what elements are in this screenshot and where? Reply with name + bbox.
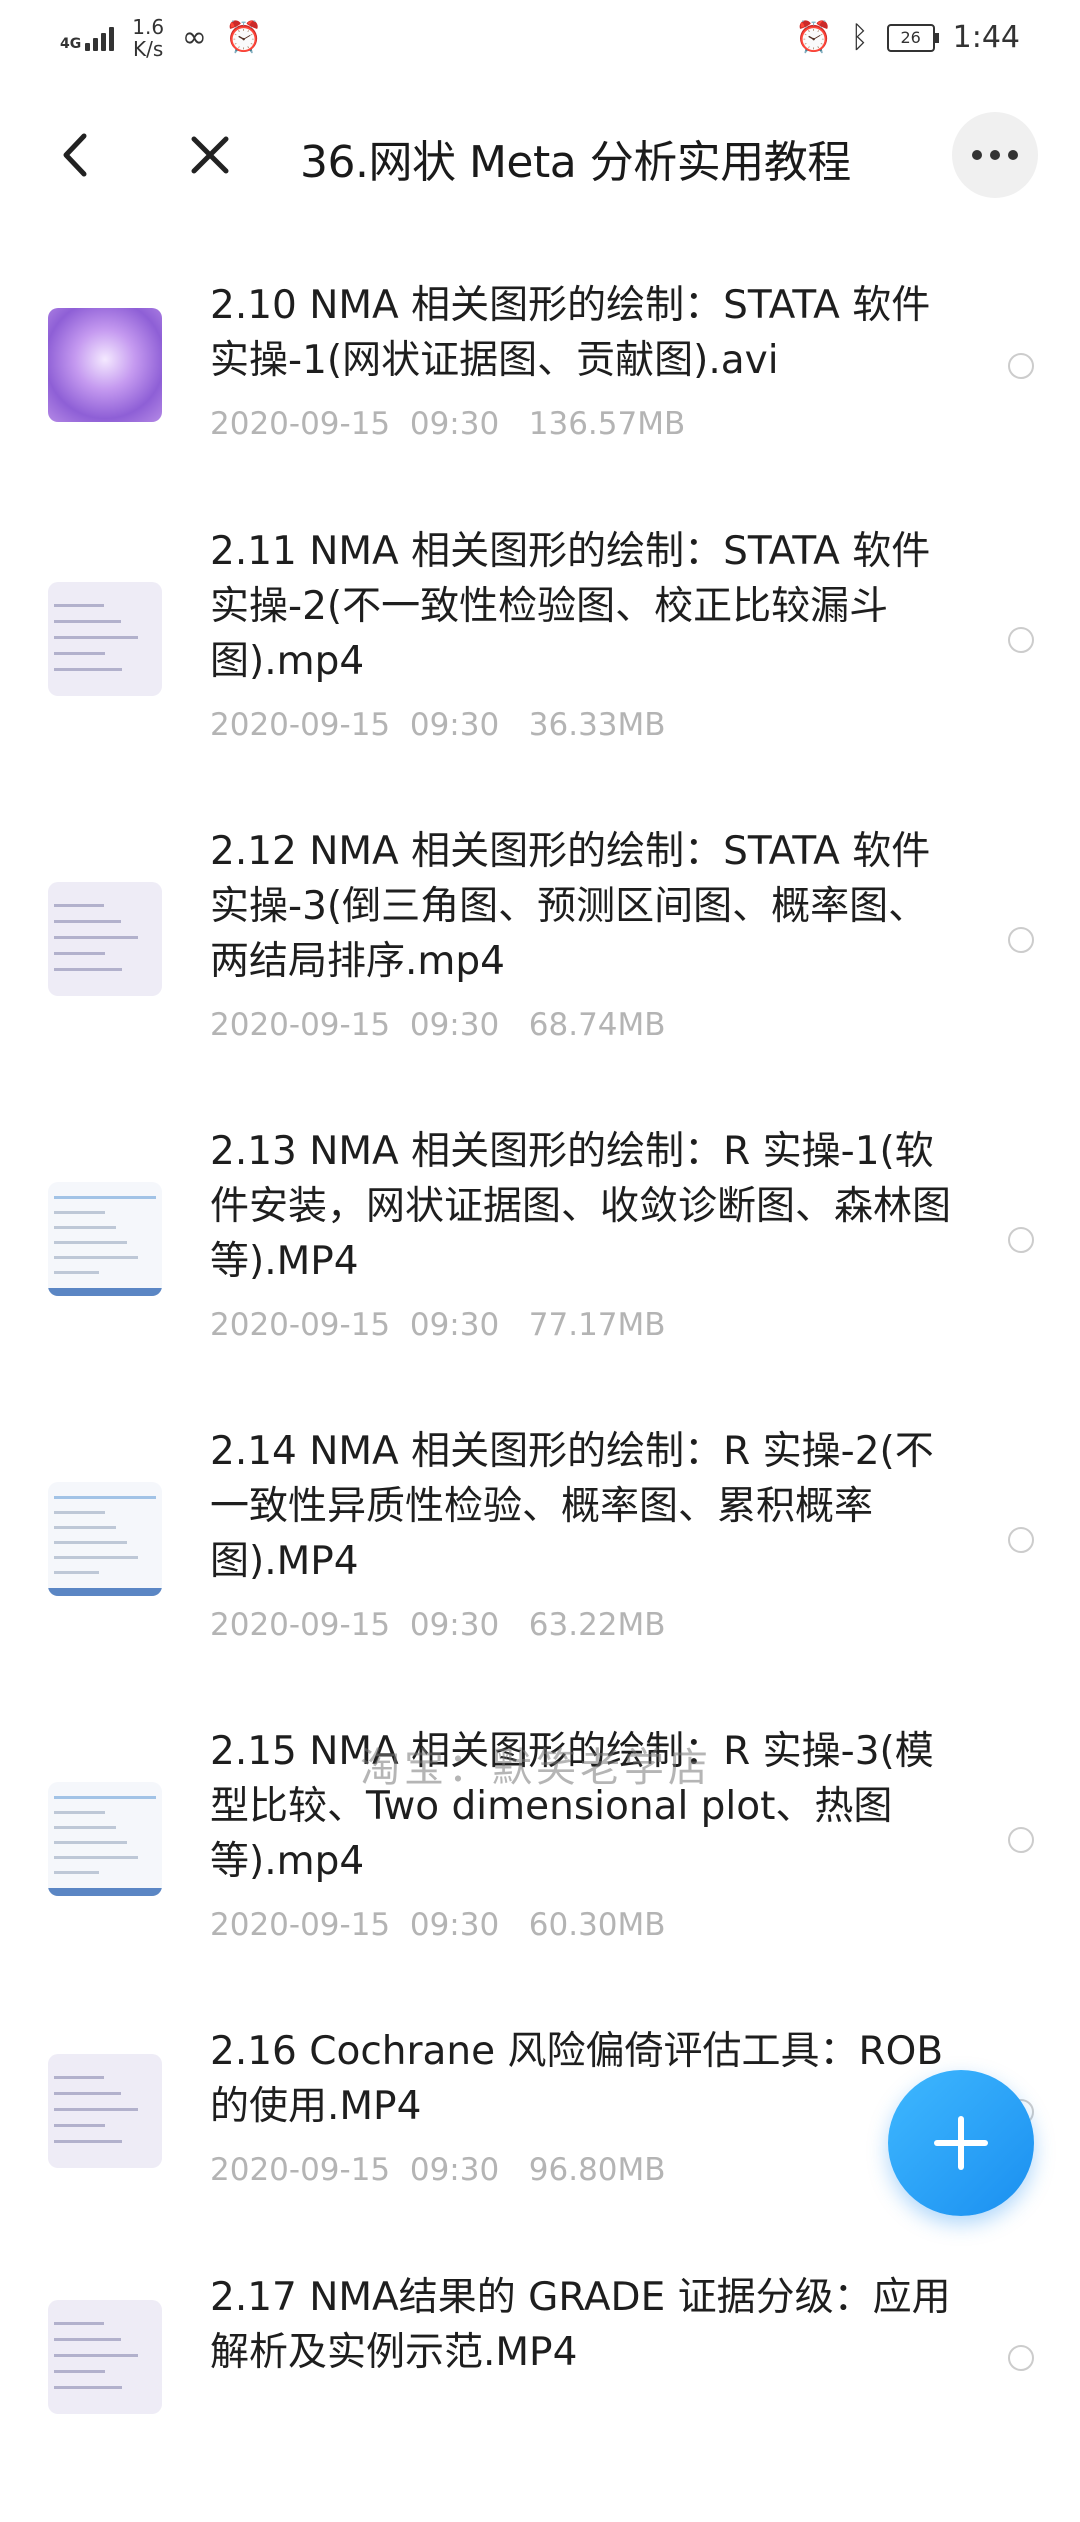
clock: 1:44 (952, 20, 1020, 55)
file-size: 63.22MB (528, 1607, 666, 1643)
chevron-left-icon (63, 133, 87, 177)
bluetooth-icon: ᛒ (850, 20, 869, 55)
file-meta: 2020-09-15 09:30 68.74MB (210, 1007, 666, 1043)
file-list-item[interactable]: 2.17 NMA结果的 GRADE 证据分级：应用解析及实例示范.MP4 (0, 2262, 1080, 2522)
file-date: 2020-09-15 09:30 (210, 2152, 500, 2188)
more-button[interactable] (952, 112, 1038, 198)
file-size: 36.33MB (528, 707, 666, 743)
file-date: 2020-09-15 09:30 (210, 1007, 500, 1043)
network-speed: 1.6 K/s (132, 14, 165, 61)
file-name: 2.17 NMA结果的 GRADE 证据分级：应用解析及实例示范.MP4 (210, 2275, 951, 2375)
watermark-text: 淘宝：默笑老学店 (360, 1745, 712, 1791)
select-radio[interactable] (1008, 1827, 1034, 1853)
file-thumbnail (48, 2054, 162, 2168)
file-thumbnail (48, 1782, 162, 1896)
file-thumbnail (48, 2300, 162, 2414)
file-date: 2020-09-15 09:30 (210, 1607, 500, 1643)
file-size: 60.30MB (528, 1907, 666, 1943)
battery-icon: 26 (886, 23, 939, 52)
page-title: 36.网状 Meta 分析实用教程 (300, 137, 851, 188)
file-name: 2.11 NMA 相关图形的绘制：STATA 软件实操-2(不一致性检验图、校正… (210, 529, 931, 684)
cell-signal-icon: 4G (60, 25, 115, 52)
select-radio[interactable] (1008, 2345, 1034, 2371)
status-right: ⏰ ᛒ 26 1:44 (795, 20, 1020, 55)
network-type: 4G (60, 35, 82, 52)
file-size: 68.74MB (528, 1007, 666, 1043)
alarm-app-icon: ⏰ (225, 20, 263, 55)
status-left: 4G 1.6 K/s ∞ ⏰ (60, 16, 262, 60)
select-radio[interactable] (1008, 927, 1034, 953)
file-name: 2.14 NMA 相关图形的绘制：R 实操-2(不一致性异质性检验、概率图、累积… (210, 1429, 934, 1584)
file-name: 2.13 NMA 相关图形的绘制：R 实操-1(软件安装，网状证据图、收敛诊断图… (210, 1129, 952, 1284)
file-meta: 2020-09-15 09:30 60.30MB (210, 1907, 666, 1943)
select-radio[interactable] (1008, 1527, 1034, 1553)
file-size: 136.57MB (528, 406, 686, 442)
file-name: 2.16 Cochrane 风险偏倚评估工具：ROB 的使用.MP4 (210, 2029, 944, 2129)
select-radio[interactable] (1008, 1227, 1034, 1253)
select-radio[interactable] (1008, 627, 1034, 653)
file-name: 2.12 NMA 相关图形的绘制：STATA 软件实操-3(倒三角图、预测区间图… (210, 829, 931, 984)
link-icon: ∞ (182, 20, 208, 55)
file-date: 2020-09-15 09:30 (210, 707, 500, 743)
file-list-item[interactable]: 2.13 NMA 相关图形的绘制：R 实操-1(软件安装，网状证据图、收敛诊断图… (0, 1116, 1080, 1416)
file-list-item[interactable]: 2.11 NMA 相关图形的绘制：STATA 软件实操-2(不一致性检验图、校正… (0, 516, 1080, 816)
close-button[interactable] (175, 120, 245, 190)
file-meta: 2020-09-15 09:30 77.17MB (210, 1307, 666, 1343)
file-meta: 2020-09-15 09:30 63.22MB (210, 1607, 666, 1643)
file-date: 2020-09-15 09:30 (210, 1907, 500, 1943)
close-icon (191, 136, 229, 174)
plus-icon (934, 2116, 988, 2170)
file-thumbnail (48, 1182, 162, 1296)
file-thumbnail (48, 582, 162, 696)
file-thumbnail (48, 882, 162, 996)
status-bar: 4G 1.6 K/s ∞ ⏰ ⏰ ᛒ 26 1:44 (0, 0, 1080, 75)
file-list-item[interactable]: 2.10 NMA 相关图形的绘制：STATA 软件实操-1(网状证据图、贡献图)… (0, 270, 1080, 516)
file-list-item[interactable]: 2.14 NMA 相关图形的绘制：R 实操-2(不一致性异质性检验、概率图、累积… (0, 1416, 1080, 1716)
alarm-icon: ⏰ (795, 20, 833, 55)
file-meta: 2020-09-15 09:30 36.33MB (210, 707, 666, 743)
back-button[interactable] (40, 120, 110, 190)
file-thumbnail (48, 1482, 162, 1596)
file-date: 2020-09-15 09:30 (210, 406, 500, 442)
app-header: 36.网状 Meta 分析实用教程 (0, 90, 1080, 220)
file-thumbnail (48, 308, 162, 422)
add-fab-button[interactable] (888, 2070, 1034, 2216)
more-dots-icon (972, 150, 982, 160)
select-radio[interactable] (1008, 353, 1034, 379)
file-size: 96.80MB (528, 2152, 666, 2188)
file-date: 2020-09-15 09:30 (210, 1307, 500, 1343)
file-meta: 2020-09-15 09:30 136.57MB (210, 406, 685, 442)
file-meta: 2020-09-15 09:30 96.80MB (210, 2152, 666, 2188)
file-list-item[interactable]: 2.12 NMA 相关图形的绘制：STATA 软件实操-3(倒三角图、预测区间图… (0, 816, 1080, 1116)
file-size: 77.17MB (528, 1307, 666, 1343)
file-name: 2.10 NMA 相关图形的绘制：STATA 软件实操-1(网状证据图、贡献图)… (210, 283, 931, 383)
